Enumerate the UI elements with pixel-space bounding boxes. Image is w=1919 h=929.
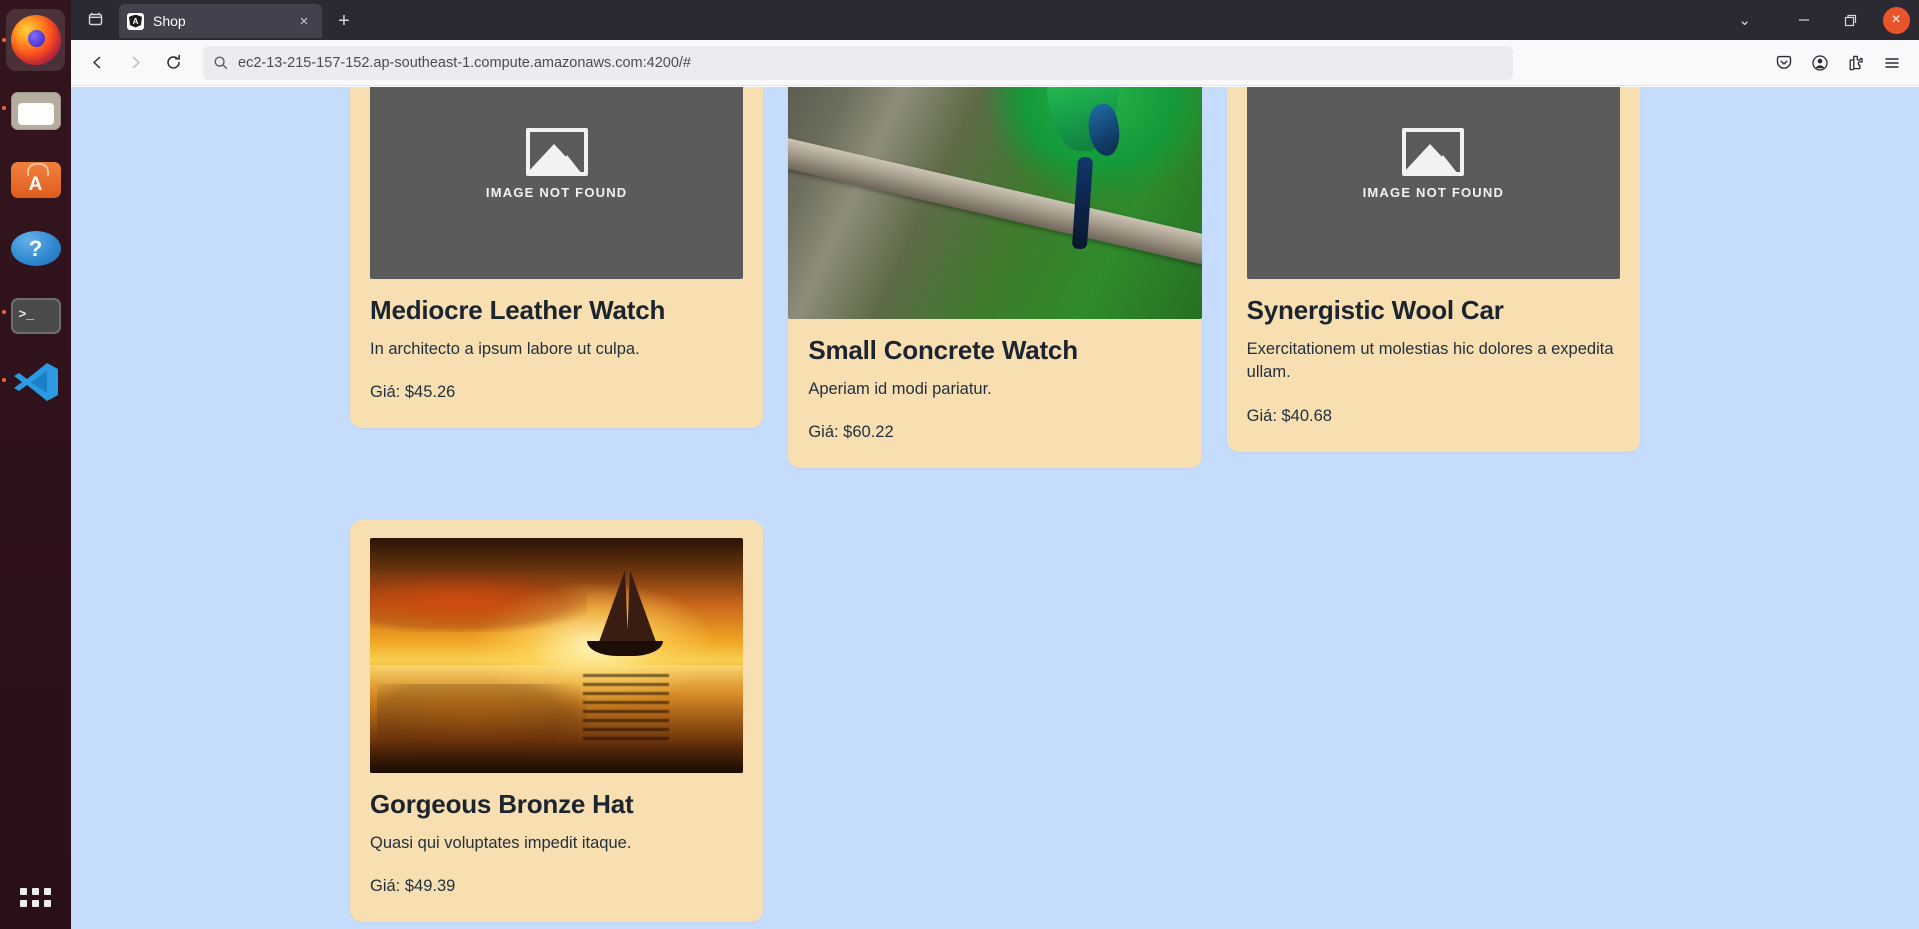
product-image [788,87,1202,319]
sail-right [626,570,656,643]
product-price: Giá: $40.68 [1246,406,1332,425]
product-title: Mediocre Leather Watch [370,295,666,325]
product-card[interactable]: Small Concrete Watch Aperiam id modi par… [788,87,1202,469]
image-not-found-label: IMAGE NOT FOUND [1362,184,1505,200]
toolbar-right-icons [1767,46,1911,80]
app-grid-icon [20,887,51,907]
firefox-icon [10,15,61,65]
product-card[interactable]: IMAGE NOT FOUND Mediocre Leather Watch I… [350,87,764,429]
page-content: IMAGE NOT FOUND Mediocre Leather Watch I… [71,87,1919,929]
product-card[interactable]: IMAGE NOT FOUND Synergistic Wool Car Exe… [1226,87,1640,452]
image-not-found-label: IMAGE NOT FOUND [485,184,628,200]
dock-item-vscode[interactable] [0,346,71,414]
sailboat-sunset-photo [370,538,744,774]
chevron-down-icon[interactable]: ⌄ [1738,11,1751,29]
tab-favicon-angular: A [127,12,144,30]
product-price: Giá: $49.39 [370,877,456,896]
close-tab-icon[interactable]: × [294,11,314,31]
angular-icon: A [129,14,142,28]
sail-left [598,570,628,643]
vscode-icon [11,360,61,404]
search-icon [213,55,228,70]
close-window-button[interactable]: × [1873,0,1919,40]
image-not-found-placeholder: IMAGE NOT FOUND [1246,87,1620,279]
ubuntu-software-icon: A [10,162,61,198]
branch-shape [788,133,1202,273]
product-description: Quasi qui voluptates impedit itaque. [370,833,632,852]
product-grid: IMAGE NOT FOUND Mediocre Leather Watch I… [350,87,1640,923]
tab-title: Shop [153,13,186,29]
broken-image-icon [1402,127,1465,176]
help-icon: ? [10,230,61,266]
close-icon: × [1882,6,1910,34]
running-indicator-files [2,106,6,110]
boat-reflection [582,674,669,743]
cloud-shape-upper [370,571,587,633]
menu-icon[interactable] [1875,46,1909,80]
product-grid-wrapper: IMAGE NOT FOUND Mediocre Leather Watch I… [350,87,1640,929]
water-shape [370,665,744,774]
dock-item-ubuntu-software[interactable]: A [0,142,71,210]
product-description: Aperiam id modi pariatur. [808,379,992,398]
dock-item-firefox[interactable] [0,6,71,74]
navigation-toolbar: ec2-13-215-157-152.ap-southeast-1.comput… [71,40,1919,86]
browser-tab[interactable]: A Shop × [119,4,322,38]
dock-item-help[interactable]: ? [0,210,71,278]
url-text: ec2-13-215-157-152.ap-southeast-1.comput… [238,54,691,71]
product-price: Giá: $60.22 [808,423,894,442]
product-card[interactable]: Gorgeous Bronze Hat Quasi qui voluptates… [350,520,764,923]
sailboat-shape [581,566,669,664]
list-all-tabs-button[interactable] [75,0,115,38]
terminal-icon: >_ [10,298,61,334]
running-indicator-terminal [2,310,6,314]
firefox-window: A Shop × + ⌄ × ec2-13-215-157-152.ap-sou… [71,0,1919,929]
maximize-button[interactable] [1827,0,1873,40]
reload-button[interactable] [155,46,191,80]
product-image [370,538,744,774]
boat-hull [586,641,663,657]
product-image: IMAGE NOT FOUND [1246,87,1620,279]
pocket-icon[interactable] [1767,46,1801,80]
ubuntu-software-glyph: A [28,174,43,195]
minimize-button[interactable] [1781,0,1827,40]
product-title: Synergistic Wool Car [1246,295,1504,325]
running-indicator-firefox [2,38,6,42]
tab-strip: A Shop × + ⌄ × [71,0,1919,40]
ubuntu-dock: A ? >_ [0,0,71,929]
product-description: Exercitationem ut molestias hic dolores … [1246,339,1614,382]
image-not-found-placeholder: IMAGE NOT FOUND [370,87,744,279]
window-controls: ⌄ × [1738,0,1919,40]
product-image: IMAGE NOT FOUND [370,87,744,279]
running-indicator-vscode [2,378,6,382]
back-button[interactable] [79,46,115,80]
extensions-icon[interactable] [1839,46,1873,80]
show-applications-button[interactable] [0,875,71,919]
url-bar[interactable]: ec2-13-215-157-152.ap-southeast-1.comput… [203,45,1513,80]
files-icon [10,92,61,130]
product-title: Gorgeous Bronze Hat [370,789,634,820]
product-title: Small Concrete Watch [808,335,1078,365]
account-icon[interactable] [1803,46,1837,80]
dock-item-files[interactable] [0,74,71,142]
bird-photo [788,87,1202,319]
dock-item-terminal[interactable]: >_ [0,278,71,346]
forward-button[interactable] [117,46,153,80]
product-description: In architecto a ipsum labore ut culpa. [370,339,640,358]
broken-image-icon [525,127,588,176]
product-price: Giá: $45.26 [370,383,456,402]
new-tab-button[interactable]: + [328,5,360,37]
